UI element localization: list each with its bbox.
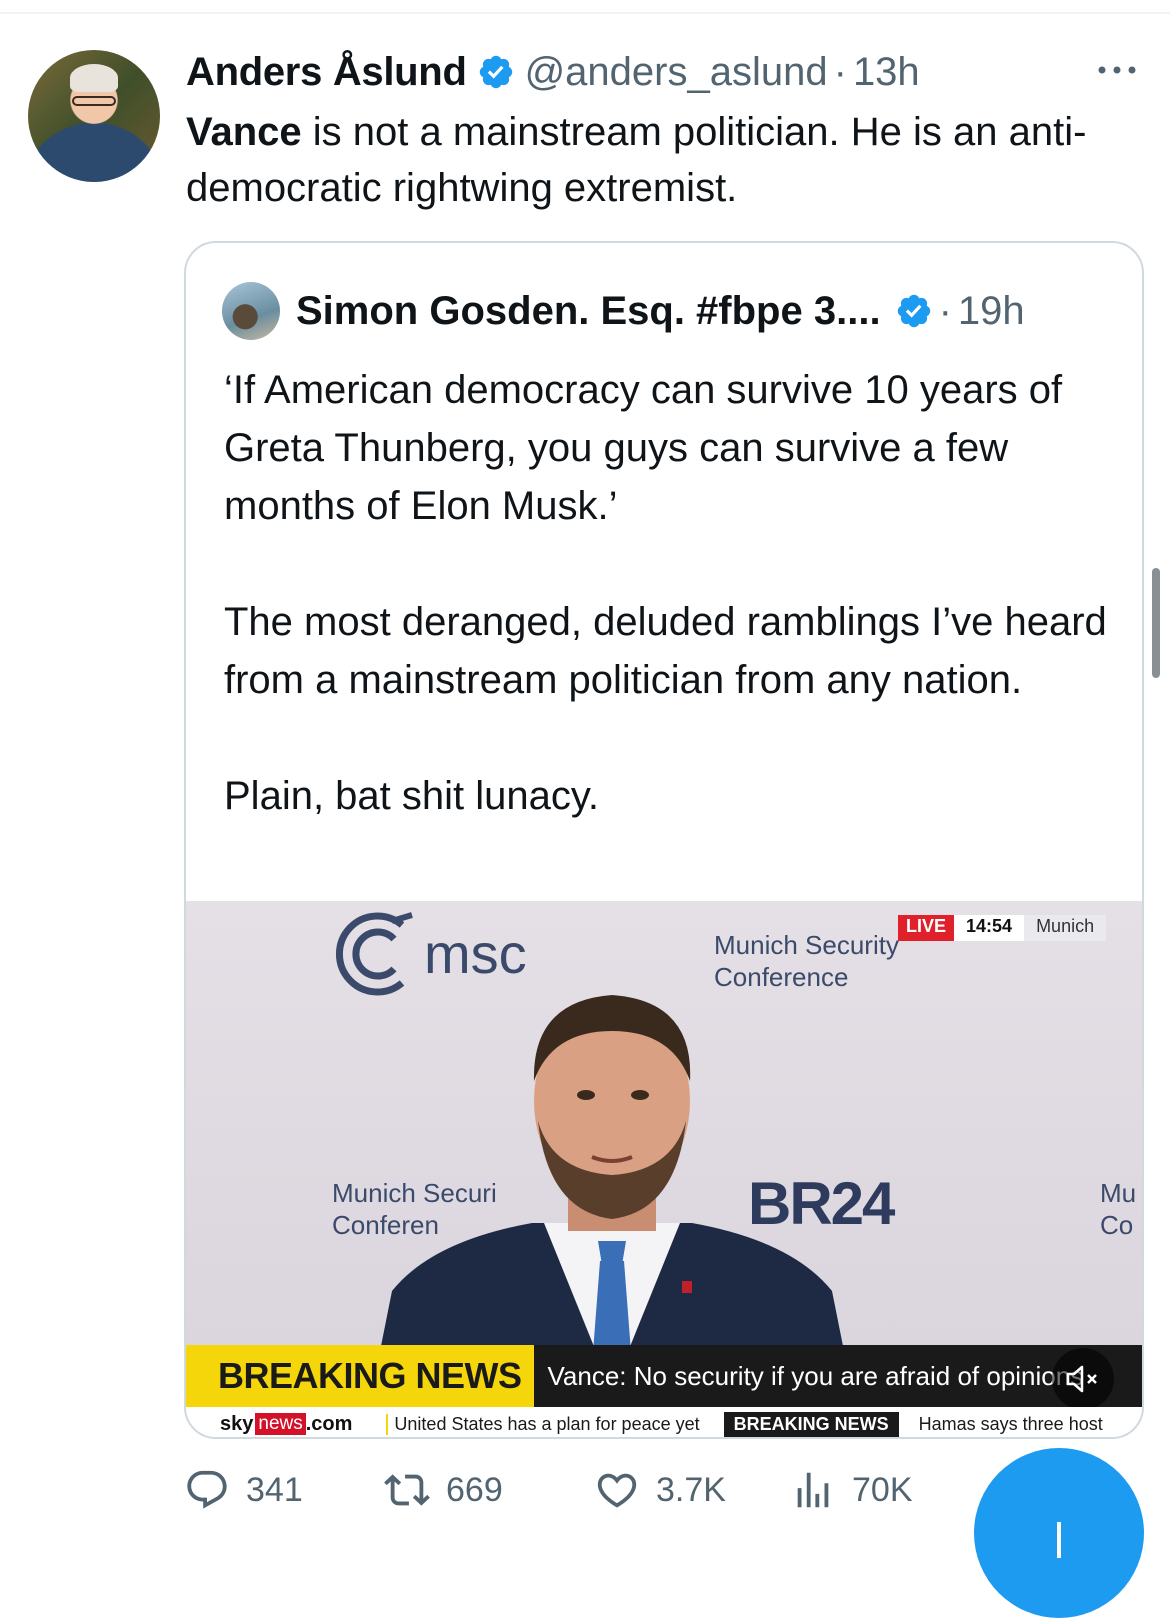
tweet-text-rest: is not a mainstream politician. He is an…	[186, 110, 1087, 210]
repost-count: 669	[446, 1470, 503, 1509]
author-avatar[interactable]	[28, 50, 160, 182]
like-button[interactable]: 3.7K	[594, 1462, 726, 1518]
tweet-actions: 341 669 3.7K 70K	[184, 1462, 984, 1518]
repost-button[interactable]: 669	[384, 1462, 503, 1518]
quote-timestamp: 19h	[957, 288, 1025, 333]
quote-text: ‘If American democracy can survive 10 ye…	[224, 368, 1107, 818]
breaking-news-banner: BREAKING NEWS Vance: No security if you …	[186, 1345, 1142, 1407]
plus-icon	[1057, 1522, 1061, 1558]
views-chart-icon	[797, 1472, 829, 1508]
reply-icon	[187, 1470, 227, 1509]
views-count: 70K	[852, 1470, 913, 1509]
avatar-glasses	[72, 96, 116, 106]
scrollbar-thumb[interactable]	[1152, 568, 1160, 678]
ticker-item-3: Hamas says three host	[918, 1413, 1103, 1434]
news-ticker: sky news .com United States has a plan f…	[186, 1407, 1142, 1437]
speaker-muted-icon	[1066, 1365, 1097, 1393]
tweet-header: Anders Åslund @anders_aslund · 13h	[186, 44, 920, 100]
conference-name-line1: Munich Security	[714, 930, 899, 960]
tweet-text-bold: Vance	[186, 110, 302, 154]
quote-verified-badge-icon	[897, 294, 930, 328]
quote-author-name: Simon Gosden. Esq. #fbpe 3....	[296, 288, 881, 333]
quote-tweet-card[interactable]: Simon Gosden. Esq. #fbpe 3.... · 19h ‘If…	[184, 241, 1144, 1439]
conference-right-line2: Co	[1100, 1210, 1134, 1240]
avatar-hair	[70, 64, 118, 92]
separator-dot: ·	[833, 49, 847, 94]
speaker-figure	[372, 995, 852, 1391]
compose-tweet-button[interactable]	[974, 1448, 1144, 1618]
sky-logo: sky	[220, 1412, 254, 1435]
author-display-name[interactable]: Anders Åslund	[186, 50, 467, 95]
more-options-icon[interactable]	[1094, 60, 1140, 80]
mute-button[interactable]	[1052, 1348, 1114, 1410]
quote-separator-dot: ·	[938, 288, 952, 333]
tweet-timestamp[interactable]: 13h	[853, 50, 920, 95]
repost-icon	[384, 1474, 430, 1506]
top-divider	[0, 12, 1170, 14]
conference-name-right: Mu Co	[1100, 1177, 1136, 1241]
ticker-item-1: United States has a plan for peace yet	[386, 1413, 700, 1435]
live-location: Munich	[1024, 915, 1107, 941]
quote-header: Simon Gosden. Esq. #fbpe 3.... · 19h	[222, 281, 1025, 341]
verified-badge-icon	[479, 55, 512, 89]
author-handle[interactable]: @anders_aslund	[525, 50, 828, 95]
video-player[interactable]: msc Munich Security Conference Munich Se…	[186, 901, 1142, 1437]
ticker-item-2: BREAKING NEWS	[723, 1411, 899, 1437]
breaking-news-label: BREAKING NEWS	[186, 1345, 534, 1407]
views-button[interactable]: 70K	[790, 1462, 913, 1518]
like-count: 3.7K	[656, 1470, 726, 1509]
sky-com-logo: .com	[305, 1412, 353, 1435]
reply-count: 341	[246, 1470, 303, 1509]
tweet-text: Vance is not a mainstream politician. He…	[186, 104, 1146, 216]
heart-icon	[597, 1473, 637, 1508]
quote-author-avatar	[222, 282, 280, 340]
conference-right-line1: Mu	[1100, 1178, 1137, 1208]
live-tag: LIVE	[898, 915, 955, 941]
reply-button[interactable]: 341	[184, 1462, 303, 1518]
sky-news-logo: news	[255, 1413, 306, 1435]
live-indicator: LIVE 14:54 Munich	[898, 915, 1107, 941]
live-time: 14:54	[954, 915, 1025, 941]
breaking-news-headline: Vance: No security if you are afraid of …	[547, 1360, 1084, 1391]
